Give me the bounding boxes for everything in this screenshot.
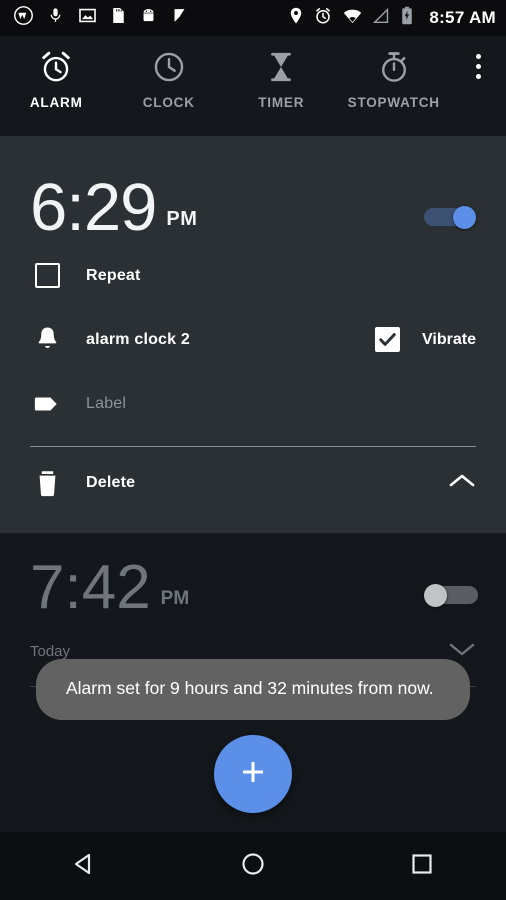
tab-alarm-label: ALARM xyxy=(29,95,83,110)
alarm-item-expanded: 6:29 PM Repeat alarm clock 2 Vibrate Lab… xyxy=(0,136,506,534)
trash-icon xyxy=(30,470,64,497)
tab-bar: ALARM CLOCK TIMER STOPWATCH xyxy=(0,36,506,136)
tab-timer[interactable]: TIMER xyxy=(225,50,338,110)
android-navigation-bar xyxy=(0,832,506,900)
label-input[interactable]: Label xyxy=(86,395,126,413)
plus-icon xyxy=(238,757,268,792)
wifi-icon xyxy=(343,8,362,29)
alarm-ampm: PM xyxy=(166,207,198,230)
chevron-up-icon[interactable] xyxy=(448,472,476,495)
alarm2-subtitle: Today xyxy=(30,642,71,660)
tab-stopwatch[interactable]: STOPWATCH xyxy=(338,50,451,110)
toggle-thumb xyxy=(453,205,476,229)
back-triangle-icon xyxy=(71,851,97,882)
ringtone-label: alarm clock 2 xyxy=(86,330,190,348)
tab-stopwatch-label: STOPWATCH xyxy=(347,95,440,110)
delete-row[interactable]: Delete xyxy=(0,455,506,511)
dot xyxy=(475,64,481,69)
status-bar-clock: 8:57 AM xyxy=(429,8,496,27)
delete-label: Delete xyxy=(86,474,136,492)
tab-timer-label: TIMER xyxy=(258,95,305,110)
tab-clock[interactable]: CLOCK xyxy=(113,50,226,110)
checkmark-flag-icon xyxy=(171,6,188,30)
alarm-enable-toggle[interactable] xyxy=(424,205,476,229)
recents-button[interactable] xyxy=(337,852,506,881)
clock-app-screen: 8:57 AM ALARM CLOCK TIMER STOPWATCH 6:29… xyxy=(0,0,506,900)
toast-message: Alarm set for 9 hours and 32 minutes fro… xyxy=(36,659,470,721)
vibrate-label: Vibrate xyxy=(422,330,476,348)
sd-card-icon xyxy=(111,6,126,30)
add-alarm-button[interactable] xyxy=(214,735,292,813)
tab-alarm[interactable]: ALARM xyxy=(0,50,113,110)
image-icon xyxy=(78,6,97,30)
clock-icon xyxy=(152,50,186,84)
vibrate-checkbox[interactable] xyxy=(375,327,401,353)
label-tag-icon xyxy=(30,394,64,414)
vibrate-group[interactable]: Vibrate xyxy=(375,327,476,353)
stopwatch-icon xyxy=(377,50,411,84)
microphone-icon xyxy=(47,6,64,30)
alarm2-ampm: PM xyxy=(160,588,190,610)
dot xyxy=(475,54,481,59)
label-row[interactable]: Label xyxy=(0,376,506,432)
chevron-down-icon[interactable] xyxy=(448,640,476,662)
status-bar-notifications xyxy=(14,6,188,30)
back-button[interactable] xyxy=(0,851,169,882)
tab-clock-label: CLOCK xyxy=(142,95,195,110)
repeat-row[interactable]: Repeat xyxy=(0,248,506,304)
android-robot-icon xyxy=(140,6,157,30)
home-circle-icon xyxy=(240,851,266,882)
repeat-checkbox-wrapper xyxy=(30,263,64,289)
status-bar-system: 8:57 AM xyxy=(289,6,496,30)
label-divider xyxy=(30,445,476,448)
ringtone-row[interactable]: alarm clock 2 Vibrate xyxy=(0,312,506,368)
toast-text: Alarm set for 9 hours and 32 minutes fro… xyxy=(66,678,434,698)
bell-icon xyxy=(30,326,64,353)
tab-list: ALARM CLOCK TIMER STOPWATCH xyxy=(0,36,450,110)
repeat-checkbox[interactable] xyxy=(34,263,60,289)
dot xyxy=(475,74,481,79)
alarm2-time[interactable]: 7:42 xyxy=(30,557,151,619)
alarm-time-row[interactable]: 6:29 PM xyxy=(0,136,506,241)
alarm-clock-icon xyxy=(39,50,73,84)
status-bar: 8:57 AM xyxy=(0,0,506,36)
battery-charging-icon xyxy=(401,6,413,30)
alarm2-enable-toggle[interactable] xyxy=(424,584,478,608)
hourglass-icon xyxy=(264,50,298,84)
cell-signal-icon xyxy=(373,7,390,29)
alarm-set-icon xyxy=(314,7,332,30)
alarm-time[interactable]: 6:29 xyxy=(30,174,157,241)
alarm2-time-row: 7:42 PM xyxy=(30,557,478,619)
toggle-thumb xyxy=(424,584,447,608)
app-logo-icon xyxy=(14,6,33,30)
more-options-icon[interactable] xyxy=(450,36,506,79)
repeat-label: Repeat xyxy=(86,266,141,284)
home-button[interactable] xyxy=(169,851,338,882)
location-pin-icon xyxy=(289,7,303,30)
recents-square-icon xyxy=(410,852,434,881)
